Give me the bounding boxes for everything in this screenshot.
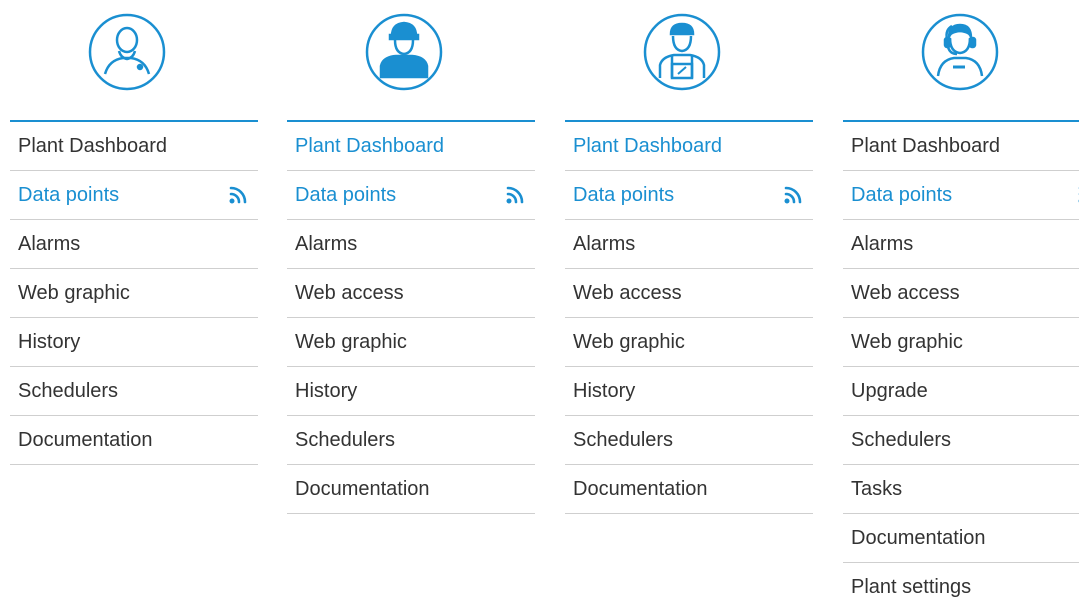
menu-item-history[interactable]: History	[10, 318, 258, 367]
rss-icon	[505, 185, 525, 205]
menu-item-alarms[interactable]: Alarms	[843, 220, 1079, 269]
rss-icon	[228, 185, 248, 205]
menu: Plant Dashboard Data points Alarms Web a…	[843, 120, 1079, 612]
rss-icon	[783, 185, 803, 205]
menu: Plant Dashboard Data points Alarms Web a…	[287, 120, 535, 514]
menu-item-plant-dashboard[interactable]: Plant Dashboard	[10, 122, 258, 171]
menu-item-schedulers[interactable]: Schedulers	[10, 367, 258, 416]
menu-item-label: Data points	[573, 184, 674, 206]
menu-item-plant-settings[interactable]: Plant settings	[843, 563, 1079, 612]
menu-item-alarms[interactable]: Alarms	[565, 220, 813, 269]
menu-item-schedulers[interactable]: Schedulers	[565, 416, 813, 465]
menu-item-web-access[interactable]: Web access	[565, 269, 813, 318]
menu-item-data-points[interactable]: Data points	[565, 171, 813, 220]
menu-item-label: Data points	[851, 184, 952, 206]
menu-item-label: Data points	[18, 184, 119, 206]
menu-item-alarms[interactable]: Alarms	[10, 220, 258, 269]
menu-item-data-points[interactable]: Data points	[10, 171, 258, 220]
menu-item-plant-dashboard[interactable]: Plant Dashboard	[843, 122, 1079, 171]
user-avatar-icon	[87, 12, 167, 92]
menu-item-web-access[interactable]: Web access	[843, 269, 1079, 318]
hard-hat-worker-avatar-icon	[364, 12, 444, 92]
menu-item-plant-dashboard[interactable]: Plant Dashboard	[565, 122, 813, 171]
menu: Plant Dashboard Data points Alarms Web a…	[565, 120, 813, 514]
menu-item-label: Data points	[295, 184, 396, 206]
menu-item-tasks[interactable]: Tasks	[843, 465, 1079, 514]
menu-item-documentation[interactable]: Documentation	[843, 514, 1079, 563]
menu-item-schedulers[interactable]: Schedulers	[287, 416, 535, 465]
menu-item-web-graphic[interactable]: Web graphic	[843, 318, 1079, 367]
menu-item-upgrade[interactable]: Upgrade	[843, 367, 1079, 416]
menu-item-documentation[interactable]: Documentation	[565, 465, 813, 514]
menu-item-history[interactable]: History	[565, 367, 813, 416]
menu-item-web-graphic[interactable]: Web graphic	[10, 269, 258, 318]
menu-item-documentation[interactable]: Documentation	[287, 465, 535, 514]
menu-item-data-points[interactable]: Data points	[287, 171, 535, 220]
menu-item-alarms[interactable]: Alarms	[287, 220, 535, 269]
menu-item-web-access[interactable]: Web access	[287, 269, 535, 318]
menu-item-data-points[interactable]: Data points	[843, 171, 1079, 220]
menu-item-web-graphic[interactable]: Web graphic	[565, 318, 813, 367]
menu-item-web-graphic[interactable]: Web graphic	[287, 318, 535, 367]
menu-item-schedulers[interactable]: Schedulers	[843, 416, 1079, 465]
support-headset-avatar-icon	[920, 12, 1000, 92]
menu-item-documentation[interactable]: Documentation	[10, 416, 258, 465]
menu-item-history[interactable]: History	[287, 367, 535, 416]
menu: Plant Dashboard Data points Alarms Web g…	[10, 120, 258, 465]
menu-item-plant-dashboard[interactable]: Plant Dashboard	[287, 122, 535, 171]
technician-avatar-icon	[642, 12, 722, 92]
